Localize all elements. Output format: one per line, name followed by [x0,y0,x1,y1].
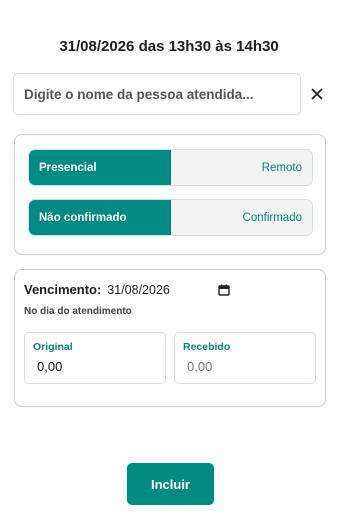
confirmation-toggle: Não confirmado Confirmado [28,199,313,236]
toggle-presencial[interactable]: Presencial [29,150,171,185]
toggle-nao-confirmado[interactable]: Não confirmado [29,200,171,235]
original-amount-label: Original [33,341,73,353]
search-row [13,73,329,115]
incluir-button[interactable]: Incluir [127,463,214,505]
payment-card: Vencimento: 31/08/2026 No dia do atendim… [14,269,326,407]
calendar-icon[interactable] [217,283,231,297]
due-date-input[interactable]: 31/08/2026 [107,283,209,297]
due-date-row: Vencimento: 31/08/2026 [24,282,231,297]
modality-toggle: Presencial Remoto [28,149,313,186]
due-date-note: No dia do atendimento [24,306,132,317]
original-amount-field[interactable]: Original [24,332,166,384]
received-amount-field[interactable]: Recebido [174,332,316,384]
schedule-title: 31/08/2026 das 13h30 às 14h30 [59,38,279,55]
toggle-confirmado[interactable]: Confirmado [170,200,312,235]
original-amount-input[interactable] [37,359,155,374]
toggle-remoto[interactable]: Remoto [170,150,312,185]
received-amount-label: Recebido [183,341,231,353]
person-search-input[interactable] [13,73,301,115]
close-icon[interactable] [307,84,327,104]
attendance-options-card: Presencial Remoto Não confirmado Confirm… [14,134,326,255]
due-date-label: Vencimento: [24,282,102,297]
received-amount-input[interactable] [187,359,305,374]
